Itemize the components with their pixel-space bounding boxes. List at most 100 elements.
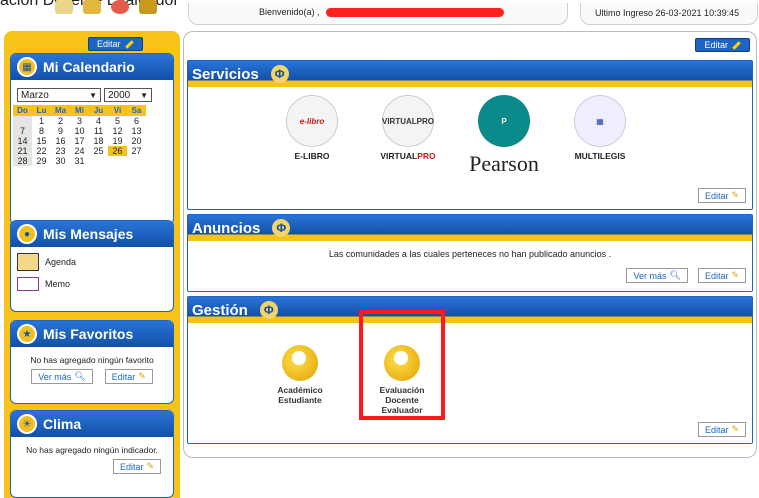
weekday-label: Sa xyxy=(127,105,146,116)
services-edit-button[interactable]: Editar ✎ xyxy=(697,188,746,203)
day-cell[interactable]: 1 xyxy=(32,116,51,126)
day-cell[interactable]: 30 xyxy=(51,156,70,166)
day-cell[interactable]: 12 xyxy=(108,126,127,136)
messages-panel: ● Mis Mensajes Agenda Memo xyxy=(10,220,174,312)
sun-cloud-icon: ☀ xyxy=(17,414,37,434)
day-cell[interactable]: 9 xyxy=(51,126,70,136)
favorites-more-button[interactable]: Ver más 🔍︎ xyxy=(31,369,93,384)
exit-door-icon[interactable] xyxy=(139,0,157,14)
day-cell[interactable]: 23 xyxy=(51,146,70,156)
year-select[interactable]: 2000 ▼ xyxy=(104,88,152,102)
day-cell[interactable]: 29 xyxy=(32,156,51,166)
management-title: Gestión xyxy=(192,301,248,319)
day-cell[interactable]: 24 xyxy=(70,146,89,156)
day-cell[interactable]: 7 xyxy=(13,126,32,136)
day-cell[interactable]: 14 xyxy=(13,136,32,146)
management-edit-label: Editar xyxy=(704,424,729,435)
announcements-title: Anuncios xyxy=(192,219,261,237)
announcements-empty-text: Las comunidades a las cuales perteneces … xyxy=(328,249,612,259)
day-cell[interactable] xyxy=(89,156,108,166)
month-select[interactable]: Marzo ▼ xyxy=(17,88,101,102)
magnifier-icon: 🔍︎ xyxy=(669,270,681,280)
virtualpro-logo-icon: VIRTUALPRO xyxy=(382,95,434,147)
day-cell[interactable]: 20 xyxy=(127,136,146,146)
service-label-b: PRO xyxy=(417,151,436,161)
service-label: MULTILEGIS xyxy=(574,151,626,161)
sidebar-edit-label: Editar xyxy=(97,39,121,49)
favorites-empty-text: No has agregado ningún favorito xyxy=(30,355,154,365)
announcements-edit-label: Editar xyxy=(704,270,729,281)
weather-actions: Editar ✎ xyxy=(11,459,173,474)
weekday-label: Lu xyxy=(32,105,51,116)
weekday-row: Do Lu Ma Mi Ju Vi Sa xyxy=(13,105,146,116)
weekday-label: Mi xyxy=(70,105,89,116)
day-cell[interactable]: 27 xyxy=(127,146,146,156)
day-cell[interactable]: 19 xyxy=(108,136,127,146)
day-cell[interactable]: 17 xyxy=(70,136,89,146)
service-multilegis[interactable]: ▦ MULTILEGIS xyxy=(560,95,640,177)
calendar-grid: Do Lu Ma Mi Ju Vi Sa 1 2 3 4 5 6 7 8 9 1… xyxy=(13,105,146,166)
day-cell[interactable]: 15 xyxy=(32,136,51,146)
day-cell-today[interactable]: 26 xyxy=(108,146,127,156)
service-virtualpro[interactable]: VIRTUALPRO VIRTUALPRO xyxy=(368,95,448,177)
sidebar-edit-button[interactable]: Editar xyxy=(88,37,143,51)
university-logo-icon: Φ xyxy=(270,65,289,83)
chevron-down-icon: ▼ xyxy=(140,90,148,100)
academic-student-link[interactable]: Académico Estudiante xyxy=(260,345,340,405)
day-cell[interactable]: 25 xyxy=(89,146,108,156)
day-cell[interactable]: 21 xyxy=(13,146,32,156)
day-cell[interactable] xyxy=(13,116,32,126)
weekday-label: Ma xyxy=(51,105,70,116)
weather-edit-button[interactable]: Editar ✎ xyxy=(112,459,161,474)
day-cell[interactable]: 31 xyxy=(70,156,89,166)
day-cell[interactable]: 8 xyxy=(32,126,51,136)
calendar-panel: ▦ Mi Calendario Marzo ▼ 2000 ▼ Do Lu Ma … xyxy=(10,53,174,225)
day-cell[interactable]: 28 xyxy=(13,156,32,166)
pencil-icon xyxy=(732,40,741,50)
memo-link[interactable]: Memo xyxy=(11,271,173,291)
calendar-header: ▦ Mi Calendario xyxy=(11,54,173,80)
welcome-bar: Bienvenido(a) , xyxy=(188,3,568,25)
week-row: 28 29 30 31 xyxy=(13,156,146,166)
day-cell[interactable]: 13 xyxy=(127,126,146,136)
day-cell[interactable]: 2 xyxy=(51,116,70,126)
multilegis-logo-icon: ▦ xyxy=(574,95,626,147)
announcements-more-button[interactable]: Ver más 🔍︎ xyxy=(626,268,688,283)
day-cell[interactable]: 6 xyxy=(127,116,146,126)
academic-label-2: Estudiante xyxy=(278,395,322,405)
favorites-edit-button[interactable]: Editar ✎ xyxy=(104,369,153,384)
calendar-selects: Marzo ▼ 2000 ▼ xyxy=(11,80,173,105)
service-pearson[interactable]: P Pearson xyxy=(464,95,544,177)
announcements-edit-button[interactable]: Editar ✎ xyxy=(697,268,746,283)
help-lifebuoy-icon[interactable] xyxy=(111,0,129,14)
main-edit-button[interactable]: Editar xyxy=(695,38,750,52)
day-cell[interactable]: 10 xyxy=(70,126,89,136)
day-cell[interactable]: 18 xyxy=(89,136,108,146)
edit-tool-icon[interactable] xyxy=(55,0,73,14)
day-cell[interactable] xyxy=(108,156,127,166)
weather-header: ☀ Clima xyxy=(11,411,173,437)
service-label: E-LIBRO xyxy=(294,151,330,161)
day-cell[interactable]: 11 xyxy=(89,126,108,136)
envelope-icon xyxy=(17,277,39,291)
pin-tool-icon[interactable] xyxy=(83,0,101,14)
management-edit-button[interactable]: Editar ✎ xyxy=(697,422,746,437)
welcome-text: Bienvenido(a) , xyxy=(259,7,320,17)
announcements-actions: Ver más 🔍︎ Editar ✎ xyxy=(626,268,746,283)
favorites-more-label: Ver más xyxy=(38,371,72,382)
day-cell[interactable] xyxy=(127,156,146,166)
calendar-icon: ▦ xyxy=(17,57,37,77)
day-cell[interactable]: 3 xyxy=(70,116,89,126)
day-cell[interactable]: 16 xyxy=(51,136,70,146)
memo-label: Memo xyxy=(45,279,71,289)
announcements-header: Anuncios Φ xyxy=(188,215,752,241)
day-cell[interactable]: 4 xyxy=(89,116,108,126)
management-header: Gestión Φ xyxy=(188,297,752,323)
day-cell[interactable]: 22 xyxy=(32,146,51,156)
announcements-section: Anuncios Φ Las comunidades a las cuales … xyxy=(187,214,753,292)
day-cell[interactable]: 5 xyxy=(108,116,127,126)
favorites-title: Mis Favoritos xyxy=(43,326,134,342)
service-elibro[interactable]: e-libro E-LIBRO xyxy=(272,95,352,177)
service-label: Pearson xyxy=(469,151,539,176)
agenda-link[interactable]: Agenda xyxy=(11,247,173,271)
